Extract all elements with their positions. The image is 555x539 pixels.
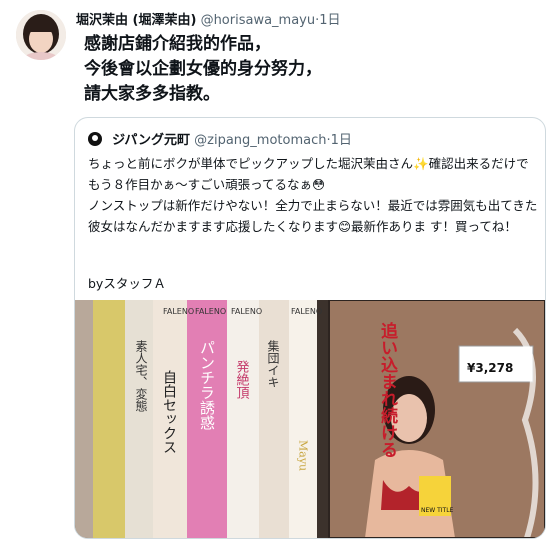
author-handle[interactable]: @horisawa_mayu (201, 13, 316, 28)
tweet-header: 堀沢茉由 (堀澤茉由) @horisawa_mayu·1日 (76, 9, 341, 28)
tweet-time[interactable]: 1日 (319, 13, 340, 28)
avatar[interactable] (16, 10, 66, 60)
box-label-3: FALENO (231, 307, 262, 316)
dvd-spine-8 (289, 300, 317, 538)
dvd-spine-6 (227, 300, 259, 538)
box-label-1: FALENO (163, 307, 194, 316)
tweet-text: 感謝店鋪介紹我的作品， 今後會以企劃女優的身分努力， 請大家多多指教。 (84, 34, 322, 104)
quote-author-name: ジパング元町 (112, 133, 191, 148)
spine-text-5: 集団イキ (266, 339, 280, 388)
quote-time: 1日 (330, 133, 352, 148)
price-tag-text: ¥3,278 (467, 361, 513, 375)
quote-avatar-icon (88, 132, 102, 146)
quote-text: ちょっと前にボクが単体でピックアップした堀沢茉由さん✨確認出来るだけでもう８作目… (88, 156, 538, 234)
spine-text-3: パンチラ誘惑 (198, 340, 216, 430)
box-label-2: FALENO (195, 307, 226, 316)
quote-header: ジパング元町 @zipang_motomach·1日 (88, 129, 352, 148)
new-title-label: NEW TITLE (421, 507, 454, 514)
dvd-spine-1 (75, 300, 93, 538)
spine-text-2: 自白セックス (161, 370, 177, 454)
dvd-spine-2 (93, 300, 125, 538)
quote-tweet-card[interactable]: ジパング元町 @zipang_motomach·1日 ちょっと前にボクが単体でピ… (74, 117, 546, 539)
spine-text-6: Mayu (297, 440, 310, 471)
dvd-spine-7 (259, 300, 289, 538)
dvd-spine-3 (125, 300, 153, 538)
poster-title: 追い込まれ続ける (377, 321, 398, 458)
author-name[interactable]: 堀沢茉由 (堀澤茉由) (76, 13, 196, 28)
quote-media-image[interactable]: FALENO FALENO FALENO FALENO 素人宅、変態 自白セック… (75, 300, 545, 538)
box-label-4: FALENO (291, 307, 322, 316)
spine-text-1: 素人宅、変態 (134, 340, 148, 412)
quote-author-handle: @zipang_motomach (194, 133, 327, 148)
quote-signature: byスタッフＡ (88, 276, 166, 291)
spine-text-4: 発絶頂 (234, 360, 250, 399)
avatar-image (16, 10, 66, 60)
